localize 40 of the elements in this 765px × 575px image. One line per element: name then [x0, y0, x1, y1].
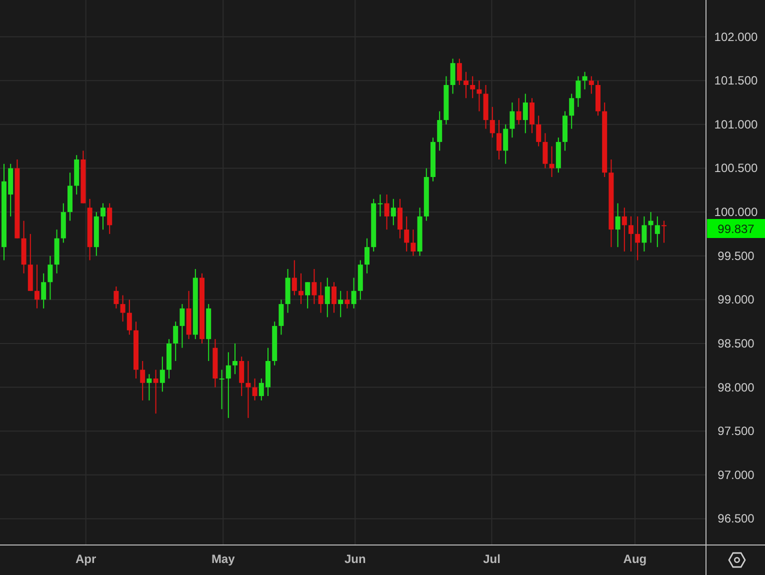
candle: [464, 71, 468, 99]
candle: [166, 338, 172, 380]
candle: [266, 347, 270, 397]
candle: [562, 110, 568, 152]
axis-label: Jul: [483, 552, 500, 566]
axis-label: 100.500: [714, 161, 758, 176]
candle: [662, 220, 666, 244]
candle: [232, 342, 238, 375]
candle: [398, 198, 402, 239]
candle: [298, 272, 304, 305]
candle: [107, 202, 112, 234]
candle: [68, 172, 72, 222]
axis-label: 98.500: [718, 336, 754, 350]
candle: [496, 120, 502, 160]
candle: [364, 238, 370, 274]
axis-label: 97.500: [718, 424, 754, 438]
axis-label: 96.500: [718, 512, 754, 526]
axis-label: Jun: [344, 552, 366, 566]
axis-label: Apr: [76, 552, 96, 566]
candle: [430, 137, 436, 182]
candle: [34, 264, 40, 309]
candle: [596, 80, 600, 116]
axis-label: 101.000: [714, 117, 758, 132]
price-label: 99.837: [707, 219, 765, 238]
axis-label: 100.000: [714, 205, 758, 220]
axis-label: 102.000: [714, 30, 758, 44]
axis-label: 99.000: [718, 292, 754, 307]
candle: [200, 272, 204, 344]
axis-label: 101.500: [714, 74, 758, 88]
candle: [530, 98, 534, 134]
candle: [628, 216, 634, 252]
axis-label: 99.500: [718, 248, 754, 263]
candle: [332, 282, 336, 314]
candle: [134, 321, 138, 380]
axis-label: 98.000: [718, 380, 754, 394]
axis-label: 97.000: [718, 468, 754, 482]
axis-label: May: [211, 552, 235, 566]
axis-label: Aug: [623, 552, 647, 566]
candle: [100, 202, 106, 230]
settings-icon[interactable]: [728, 552, 746, 568]
